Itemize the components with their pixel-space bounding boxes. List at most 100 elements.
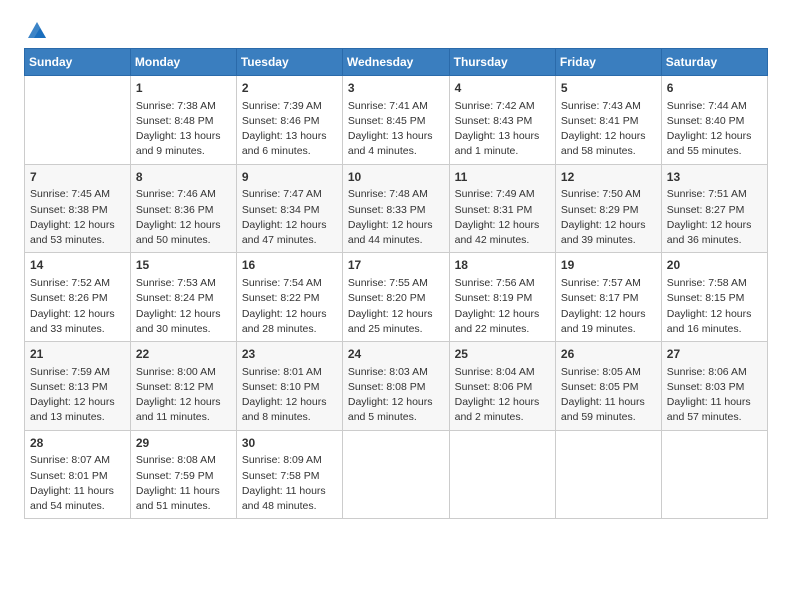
day-info: Sunrise: 7:56 AMSunset: 8:19 PMDaylight:… bbox=[455, 276, 550, 337]
calendar-cell: 24Sunrise: 8:03 AMSunset: 8:08 PMDayligh… bbox=[342, 342, 449, 431]
day-number: 29 bbox=[136, 435, 231, 452]
day-info: Sunrise: 7:51 AMSunset: 8:27 PMDaylight:… bbox=[667, 187, 762, 248]
calendar-cell: 18 Sunrise: 7:56 AMSunset: 8:19 PMDayligh… bbox=[449, 253, 555, 342]
calendar-cell: 8Sunrise: 7:46 AMSunset: 8:36 PMDaylight… bbox=[130, 164, 236, 253]
calendar-cell: 6 Sunrise: 7:44 AMSunset: 8:40 PMDaylight… bbox=[661, 76, 767, 165]
header-day-wednesday: Wednesday bbox=[342, 49, 449, 76]
day-info: Sunrise: 7:45 AMSunset: 8:38 PMDaylight:… bbox=[30, 187, 125, 248]
day-info: Sunrise: 7:58 AMSunset: 8:15 PMDaylight:… bbox=[667, 276, 762, 337]
day-info: Sunrise: 8:00 AMSunset: 8:12 PMDaylight:… bbox=[136, 365, 231, 426]
day-number: 12 bbox=[561, 169, 656, 186]
day-number: 5 bbox=[561, 80, 656, 97]
day-info: Sunrise: 8:05 AMSunset: 8:05 PMDaylight:… bbox=[561, 365, 656, 426]
calendar-cell: 12Sunrise: 7:50 AMSunset: 8:29 PMDayligh… bbox=[555, 164, 661, 253]
day-info: Sunrise: 8:07 AMSunset: 8:01 PMDaylight:… bbox=[30, 453, 125, 514]
calendar-cell: 25 Sunrise: 8:04 AMSunset: 8:06 PMDayligh… bbox=[449, 342, 555, 431]
day-info: Sunrise: 7:50 AMSunset: 8:29 PMDaylight:… bbox=[561, 187, 656, 248]
calendar-week-4: 21 Sunrise: 7:59 AMSunset: 8:13 PMDayligh… bbox=[25, 342, 768, 431]
day-info: Sunrise: 7:55 AMSunset: 8:20 PMDaylight:… bbox=[348, 276, 444, 337]
day-number: 7 bbox=[30, 169, 125, 186]
day-info: Sunrise: 7:46 AMSunset: 8:36 PMDaylight:… bbox=[136, 187, 231, 248]
day-info: Sunrise: 8:01 AMSunset: 8:10 PMDaylight:… bbox=[242, 365, 337, 426]
logo bbox=[24, 20, 48, 38]
calendar-cell: 27 Sunrise: 8:06 AMSunset: 8:03 PMDayligh… bbox=[661, 342, 767, 431]
calendar-cell bbox=[555, 430, 661, 519]
day-info: Sunrise: 8:06 AMSunset: 8:03 PMDaylight:… bbox=[667, 365, 762, 426]
day-number: 11 bbox=[455, 169, 550, 186]
header-day-thursday: Thursday bbox=[449, 49, 555, 76]
calendar-cell: 15Sunrise: 7:53 AMSunset: 8:24 PMDayligh… bbox=[130, 253, 236, 342]
calendar-week-3: 14Sunrise: 7:52 AMSunset: 8:26 PMDayligh… bbox=[25, 253, 768, 342]
calendar-cell: 29Sunrise: 8:08 AMSunset: 7:59 PMDayligh… bbox=[130, 430, 236, 519]
day-info: Sunrise: 7:42 AMSunset: 8:43 PMDaylight:… bbox=[455, 99, 550, 160]
header-day-sunday: Sunday bbox=[25, 49, 131, 76]
day-number: 21 bbox=[30, 346, 125, 363]
day-info: Sunrise: 7:44 AMSunset: 8:40 PMDaylight:… bbox=[667, 99, 762, 160]
calendar-cell: 11Sunrise: 7:49 AMSunset: 8:31 PMDayligh… bbox=[449, 164, 555, 253]
calendar-table: SundayMondayTuesdayWednesdayThursdayFrid… bbox=[24, 48, 768, 519]
calendar-cell: 26 Sunrise: 8:05 AMSunset: 8:05 PMDayligh… bbox=[555, 342, 661, 431]
day-number: 17 bbox=[348, 257, 444, 274]
calendar-cell bbox=[342, 430, 449, 519]
day-info: Sunrise: 8:08 AMSunset: 7:59 PMDaylight:… bbox=[136, 453, 231, 514]
calendar-cell: 9Sunrise: 7:47 AMSunset: 8:34 PMDaylight… bbox=[236, 164, 342, 253]
header-day-friday: Friday bbox=[555, 49, 661, 76]
calendar-cell: 17 Sunrise: 7:55 AMSunset: 8:20 PMDayligh… bbox=[342, 253, 449, 342]
logo-icon bbox=[26, 20, 48, 42]
day-info: Sunrise: 7:54 AMSunset: 8:22 PMDaylight:… bbox=[242, 276, 337, 337]
day-number: 24 bbox=[348, 346, 444, 363]
day-number: 16 bbox=[242, 257, 337, 274]
calendar-week-1: 1 Sunrise: 7:38 AMSunset: 8:48 PMDaylight… bbox=[25, 76, 768, 165]
day-info: Sunrise: 7:59 AMSunset: 8:13 PMDaylight:… bbox=[30, 365, 125, 426]
day-number: 1 bbox=[136, 80, 231, 97]
day-number: 19 bbox=[561, 257, 656, 274]
day-number: 6 bbox=[667, 80, 762, 97]
calendar-header-row: SundayMondayTuesdayWednesdayThursdayFrid… bbox=[25, 49, 768, 76]
calendar-cell: 16 Sunrise: 7:54 AMSunset: 8:22 PMDayligh… bbox=[236, 253, 342, 342]
day-info: Sunrise: 7:39 AMSunset: 8:46 PMDaylight:… bbox=[242, 99, 337, 160]
day-number: 26 bbox=[561, 346, 656, 363]
day-info: Sunrise: 7:49 AMSunset: 8:31 PMDaylight:… bbox=[455, 187, 550, 248]
calendar-cell bbox=[25, 76, 131, 165]
day-number: 30 bbox=[242, 435, 337, 452]
calendar-cell bbox=[449, 430, 555, 519]
header-day-monday: Monday bbox=[130, 49, 236, 76]
calendar-cell: 7Sunrise: 7:45 AMSunset: 8:38 PMDaylight… bbox=[25, 164, 131, 253]
day-number: 9 bbox=[242, 169, 337, 186]
calendar-cell: 19 Sunrise: 7:57 AMSunset: 8:17 PMDayligh… bbox=[555, 253, 661, 342]
day-number: 10 bbox=[348, 169, 444, 186]
calendar-cell: 14Sunrise: 7:52 AMSunset: 8:26 PMDayligh… bbox=[25, 253, 131, 342]
day-number: 23 bbox=[242, 346, 337, 363]
calendar-body: 1 Sunrise: 7:38 AMSunset: 8:48 PMDaylight… bbox=[25, 76, 768, 519]
page-header bbox=[24, 20, 768, 38]
day-info: Sunrise: 7:41 AMSunset: 8:45 PMDaylight:… bbox=[348, 99, 444, 160]
day-number: 27 bbox=[667, 346, 762, 363]
calendar-cell: 1 Sunrise: 7:38 AMSunset: 8:48 PMDaylight… bbox=[130, 76, 236, 165]
calendar-cell: 3 Sunrise: 7:41 AMSunset: 8:45 PMDaylight… bbox=[342, 76, 449, 165]
calendar-cell: 21 Sunrise: 7:59 AMSunset: 8:13 PMDayligh… bbox=[25, 342, 131, 431]
day-info: Sunrise: 8:04 AMSunset: 8:06 PMDaylight:… bbox=[455, 365, 550, 426]
day-info: Sunrise: 7:48 AMSunset: 8:33 PMDaylight:… bbox=[348, 187, 444, 248]
calendar-cell: 30Sunrise: 8:09 AMSunset: 7:58 PMDayligh… bbox=[236, 430, 342, 519]
day-number: 28 bbox=[30, 435, 125, 452]
calendar-cell: 28Sunrise: 8:07 AMSunset: 8:01 PMDayligh… bbox=[25, 430, 131, 519]
header-day-tuesday: Tuesday bbox=[236, 49, 342, 76]
day-number: 25 bbox=[455, 346, 550, 363]
header-day-saturday: Saturday bbox=[661, 49, 767, 76]
day-number: 20 bbox=[667, 257, 762, 274]
day-info: Sunrise: 7:53 AMSunset: 8:24 PMDaylight:… bbox=[136, 276, 231, 337]
calendar-cell: 2 Sunrise: 7:39 AMSunset: 8:46 PMDaylight… bbox=[236, 76, 342, 165]
calendar-cell: 20 Sunrise: 7:58 AMSunset: 8:15 PMDayligh… bbox=[661, 253, 767, 342]
calendar-cell bbox=[661, 430, 767, 519]
day-number: 18 bbox=[455, 257, 550, 274]
day-number: 3 bbox=[348, 80, 444, 97]
day-info: Sunrise: 7:43 AMSunset: 8:41 PMDaylight:… bbox=[561, 99, 656, 160]
day-number: 2 bbox=[242, 80, 337, 97]
calendar-cell: 10Sunrise: 7:48 AMSunset: 8:33 PMDayligh… bbox=[342, 164, 449, 253]
day-info: Sunrise: 7:38 AMSunset: 8:48 PMDaylight:… bbox=[136, 99, 231, 160]
calendar-cell: 4 Sunrise: 7:42 AMSunset: 8:43 PMDaylight… bbox=[449, 76, 555, 165]
day-number: 22 bbox=[136, 346, 231, 363]
day-number: 4 bbox=[455, 80, 550, 97]
day-info: Sunrise: 7:57 AMSunset: 8:17 PMDaylight:… bbox=[561, 276, 656, 337]
calendar-week-5: 28Sunrise: 8:07 AMSunset: 8:01 PMDayligh… bbox=[25, 430, 768, 519]
